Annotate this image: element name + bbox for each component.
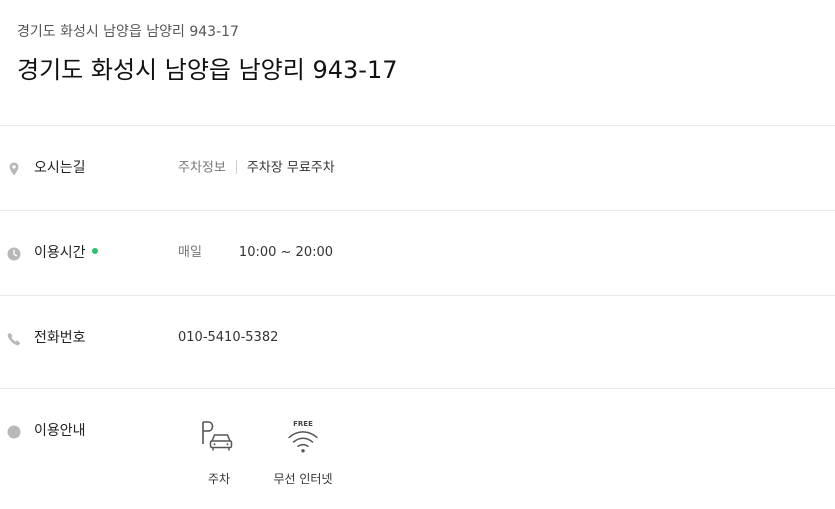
breadcrumb: 경기도 화성시 남양읍 남양리 943-17 (17, 24, 239, 40)
directions-row: 오시는길 주차정보 주차장 무료주차 (0, 160, 835, 201)
phone-icon (7, 331, 21, 346)
divider (0, 295, 835, 296)
wifi-free-badge: FREE (293, 420, 313, 428)
phone-number-text[interactable]: 010-5410-5382 (178, 330, 278, 345)
parking-info-value: 주차장 무료주차 (246, 160, 335, 176)
divider (0, 210, 835, 211)
info-icon (7, 424, 21, 439)
page-title: 경기도 화성시 남양읍 남양리 943-17 (17, 56, 398, 84)
parking-icon (184, 420, 254, 456)
separator (235, 160, 237, 174)
facility-wifi-label: 무선 인터넷 (273, 472, 333, 486)
parking-info-label: 주차정보 (178, 160, 226, 176)
directions-label: 오시는길 (34, 160, 86, 176)
hours-label: 이용시간 (34, 246, 98, 260)
amenities-row: 이용안내 주차 FREE 무선 인터넷 (0, 420, 835, 504)
phone-row: 전화번호 010-5410-5382 (0, 331, 835, 371)
phone-label: 전화번호 (34, 330, 86, 346)
wifi-icon: FREE (268, 420, 338, 456)
open-status-dot (91, 248, 98, 254)
facility-wifi: FREE 무선 인터넷 (268, 420, 338, 487)
divider (0, 388, 835, 389)
facility-parking-label: 주차 (207, 472, 231, 486)
phone-number[interactable]: 010-5410-5382 (178, 331, 278, 345)
hours-day: 매일 (178, 245, 202, 260)
hours-info: 매일 10:00 ~ 20:00 (178, 246, 333, 260)
hours-time: 10:00 ~ 20:00 (238, 245, 334, 260)
hours-row: 이용시간 매일 10:00 ~ 20:00 (0, 246, 835, 286)
clock-icon (7, 246, 21, 261)
facility-parking: 주차 (184, 420, 254, 487)
divider (0, 125, 835, 126)
hours-label-text: 이용시간 (34, 245, 86, 261)
amenities-label: 이용안내 (34, 423, 86, 439)
location-pin-icon (7, 161, 21, 176)
parking-info: 주차정보 주차장 무료주차 (178, 160, 335, 176)
